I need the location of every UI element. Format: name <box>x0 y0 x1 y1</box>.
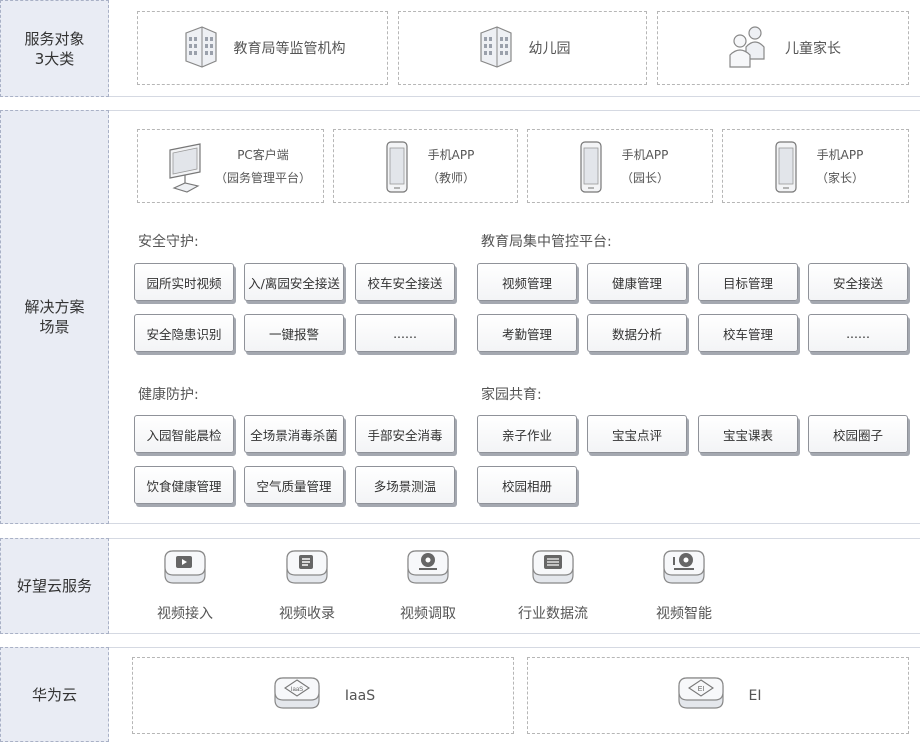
more-button[interactable]: ...... <box>808 314 908 352</box>
huawei-card-ei: EI EI <box>527 657 909 734</box>
target-card-bureau: 教育局等监管机构 <box>137 11 388 85</box>
target-label: 教育局等监管机构 <box>233 41 346 57</box>
feature-button[interactable]: 多场景测温 <box>355 466 455 504</box>
feature-button[interactable]: 一键报警 <box>244 314 344 352</box>
feature-button[interactable]: 安全接送 <box>808 263 908 301</box>
feature-button[interactable]: 园所实时视频 <box>134 263 234 301</box>
ei-icon: EI <box>675 670 727 722</box>
section-title-homeschool: 家园共育: <box>481 387 542 403</box>
target-card-kindergarten: 幼儿园 <box>398 11 647 85</box>
service-label: 行业数据流 <box>518 606 588 622</box>
feature-button[interactable]: 空气质量管理 <box>244 466 344 504</box>
device-line2: （园务管理平台） <box>214 171 311 185</box>
row-divider <box>109 647 920 648</box>
feature-button[interactable]: 校园圈子 <box>808 415 908 453</box>
feature-button[interactable]: 入园智能晨检 <box>134 415 234 453</box>
device-line2: （园长） <box>620 171 669 185</box>
feature-button[interactable]: 手部安全消毒 <box>355 415 455 453</box>
feature-button[interactable]: 入/离园安全接送 <box>244 263 344 301</box>
people-icon <box>725 23 771 73</box>
row-divider <box>109 538 920 539</box>
feature-button[interactable]: 校车安全接送 <box>355 263 455 301</box>
device-line2: （教师） <box>426 171 475 185</box>
device-line1: 手机APP <box>621 148 669 162</box>
data-flow-icon <box>529 545 577 597</box>
service-video-ai: 视频智能 <box>624 545 744 627</box>
feature-button[interactable]: 宝宝点评 <box>587 415 687 453</box>
huawei-label: EI <box>748 687 762 704</box>
service-video-retrieve: 视频调取 <box>368 545 488 627</box>
row-label-cloud-service-text: 好望云服务 <box>16 577 92 595</box>
phone-icon <box>384 140 410 198</box>
service-video-access: 视频接入 <box>125 545 245 627</box>
building-icon <box>180 23 220 73</box>
service-data-flow: 行业数据流 <box>493 545 613 627</box>
huawei-label: IaaS <box>344 687 376 704</box>
huawei-card-iaas: IaaS IaaS <box>132 657 514 734</box>
device-line1: PC客户端 <box>237 148 289 162</box>
row-divider <box>109 523 920 524</box>
more-button[interactable]: ...... <box>355 314 455 352</box>
row-label-targets-text: 服务对象 3大类 <box>24 29 85 68</box>
row-divider <box>109 633 920 634</box>
feature-button[interactable]: 数据分析 <box>587 314 687 352</box>
feature-button[interactable]: 健康管理 <box>587 263 687 301</box>
video-ai-icon <box>660 545 708 597</box>
feature-button[interactable]: 饮食健康管理 <box>134 466 234 504</box>
service-video-record: 视频收录 <box>247 545 367 627</box>
row-label-solutions: 解决方案 场景 <box>0 110 109 524</box>
section-title-bureau: 教育局集中管控平台: <box>481 234 612 250</box>
feature-button[interactable]: 全场景消毒杀菌 <box>244 415 344 453</box>
device-line2: （家长） <box>815 171 864 185</box>
feature-button[interactable]: 目标管理 <box>698 263 798 301</box>
monitor-icon <box>166 142 206 198</box>
service-label: 视频调取 <box>400 606 456 622</box>
device-card-parent: 手机APP （家长） <box>722 129 909 203</box>
section-title-safety: 安全守护: <box>138 234 199 250</box>
building-icon <box>475 23 515 73</box>
feature-button[interactable]: 亲子作业 <box>477 415 577 453</box>
feature-button[interactable]: 宝宝课表 <box>698 415 798 453</box>
row-divider <box>109 110 920 111</box>
service-label: 视频智能 <box>656 606 712 622</box>
row-label-targets: 服务对象 3大类 <box>0 0 109 97</box>
target-label: 儿童家长 <box>785 41 841 57</box>
svg-text:IaaS: IaaS <box>291 687 303 693</box>
row-label-cloud-service: 好望云服务 <box>0 538 109 634</box>
device-card-pc: PC客户端 （园务管理平台） <box>137 129 324 203</box>
video-record-icon <box>283 545 331 597</box>
device-line1: 手机APP <box>427 148 475 162</box>
target-label: 幼儿园 <box>528 41 571 57</box>
device-card-principal: 手机APP （园长） <box>527 129 713 203</box>
row-label-solutions-text: 解决方案 场景 <box>24 298 85 336</box>
phone-icon <box>578 140 604 198</box>
video-retrieve-icon <box>404 545 452 597</box>
feature-button[interactable]: 校园相册 <box>477 466 577 504</box>
row-label-huawei-text: 华为云 <box>31 685 77 704</box>
phone-icon <box>773 140 799 198</box>
section-title-health: 健康防护: <box>138 387 199 403</box>
row-divider <box>109 96 920 97</box>
service-label: 视频接入 <box>157 606 213 622</box>
feature-button[interactable]: 校车管理 <box>698 314 798 352</box>
feature-button[interactable]: 安全隐患识别 <box>134 314 234 352</box>
feature-button[interactable]: 视频管理 <box>477 263 577 301</box>
video-access-icon <box>161 545 209 597</box>
device-card-teacher: 手机APP （教师） <box>333 129 518 203</box>
feature-button[interactable]: 考勤管理 <box>477 314 577 352</box>
target-card-parents: 儿童家长 <box>657 11 909 85</box>
svg-text:EI: EI <box>697 686 704 693</box>
service-label: 视频收录 <box>279 606 335 622</box>
iaas-icon: IaaS <box>271 670 323 722</box>
row-label-huawei: 华为云 <box>0 647 109 742</box>
device-line1: 手机APP <box>816 148 864 162</box>
